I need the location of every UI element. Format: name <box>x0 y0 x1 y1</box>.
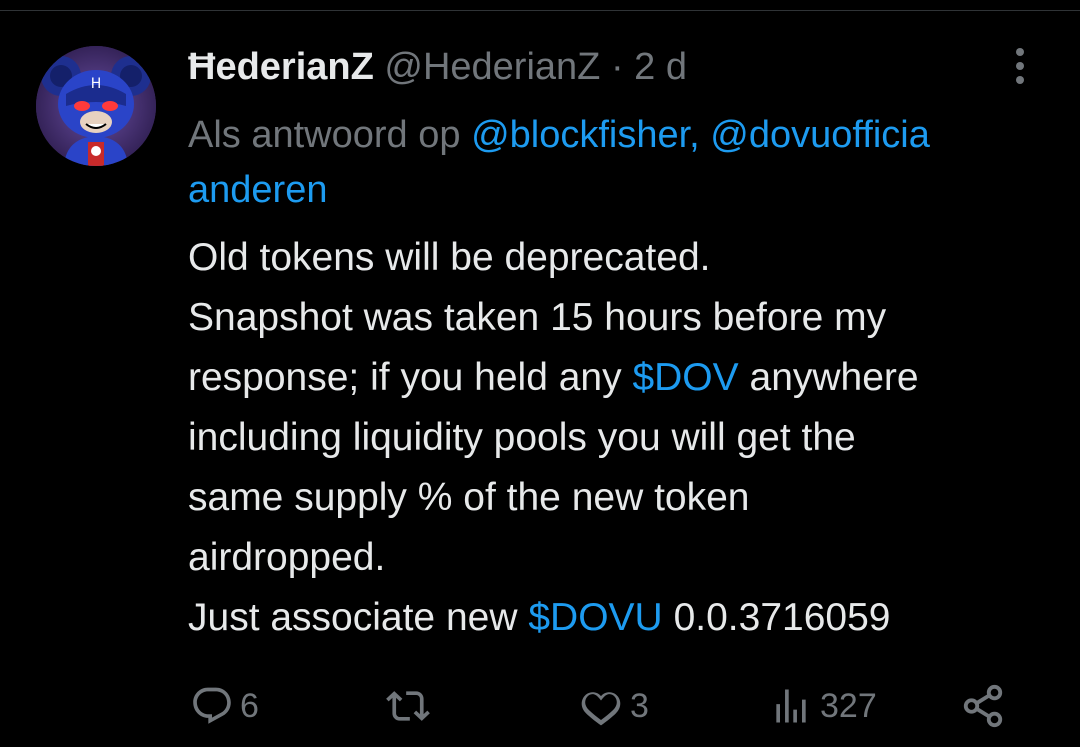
tweet-line: response; if you held any $DOV anywhere <box>188 348 1068 408</box>
tweet-line: Just associate new $DOVU 0.0.3716059 <box>188 588 1068 648</box>
views-icon <box>776 689 806 723</box>
views-count: 327 <box>820 686 877 725</box>
reply-button[interactable]: 6 <box>190 676 259 736</box>
like-count: 3 <box>630 686 649 725</box>
avatar[interactable]: H <box>36 46 156 166</box>
action-bar: 6 3 327 <box>0 676 1080 736</box>
tweet-text-segment: anywhere <box>749 356 919 399</box>
tweet-text-segment: 0.0.3716059 <box>673 596 891 639</box>
more-icon <box>1016 48 1024 56</box>
svg-text:H: H <box>91 76 102 92</box>
tweet-header: ĦederianZ @HederianZ · 2 d <box>188 42 687 92</box>
tweet-text-segment: response; if you held any <box>188 356 622 399</box>
tweet-text: Old tokens will be deprecated. Snapshot … <box>188 228 1068 648</box>
reply-others-link[interactable]: anderen <box>188 169 327 211</box>
heart-icon <box>581 692 621 726</box>
reply-mentions[interactable]: @blockfisher, @dovuofficia <box>471 114 930 156</box>
reply-count: 6 <box>240 686 259 725</box>
tweet-line: same supply % of the new token <box>188 476 750 519</box>
retweet-icon <box>386 691 430 721</box>
tweet-line: airdropped. <box>188 536 386 579</box>
timestamp[interactable]: 2 d <box>634 46 687 88</box>
reply-context-others: anderen <box>188 160 327 220</box>
reply-context: Als antwoord op @blockfisher, @dovuoffic… <box>188 105 1080 165</box>
display-name[interactable]: ĦederianZ <box>188 46 374 88</box>
reply-prefix: Als antwoord op <box>188 114 461 156</box>
top-divider <box>0 10 1080 11</box>
reply-icon <box>193 687 231 724</box>
tweet-line: including liquidity pools you will get t… <box>188 416 856 459</box>
more-icon-dot <box>1016 62 1024 70</box>
cashtag-dov[interactable]: $DOV <box>632 356 738 399</box>
more-button[interactable] <box>1004 44 1036 88</box>
tweet-line: Snapshot was taken 15 hours before my <box>188 296 887 339</box>
handle[interactable]: @HederianZ <box>384 46 600 88</box>
like-button[interactable]: 3 <box>578 676 649 736</box>
separator-dot: · <box>610 46 624 88</box>
avatar-image: H <box>36 46 156 166</box>
share-button[interactable] <box>960 676 1006 736</box>
cashtag-dovu[interactable]: $DOVU <box>528 596 662 639</box>
more-icon-dot <box>1016 76 1024 84</box>
tweet-text-segment: Just associate new <box>188 596 518 639</box>
retweet-button[interactable] <box>384 676 438 736</box>
tweet-line: Old tokens will be deprecated. <box>188 236 711 279</box>
views-button[interactable]: 327 <box>768 676 877 736</box>
share-icon <box>963 684 1003 728</box>
